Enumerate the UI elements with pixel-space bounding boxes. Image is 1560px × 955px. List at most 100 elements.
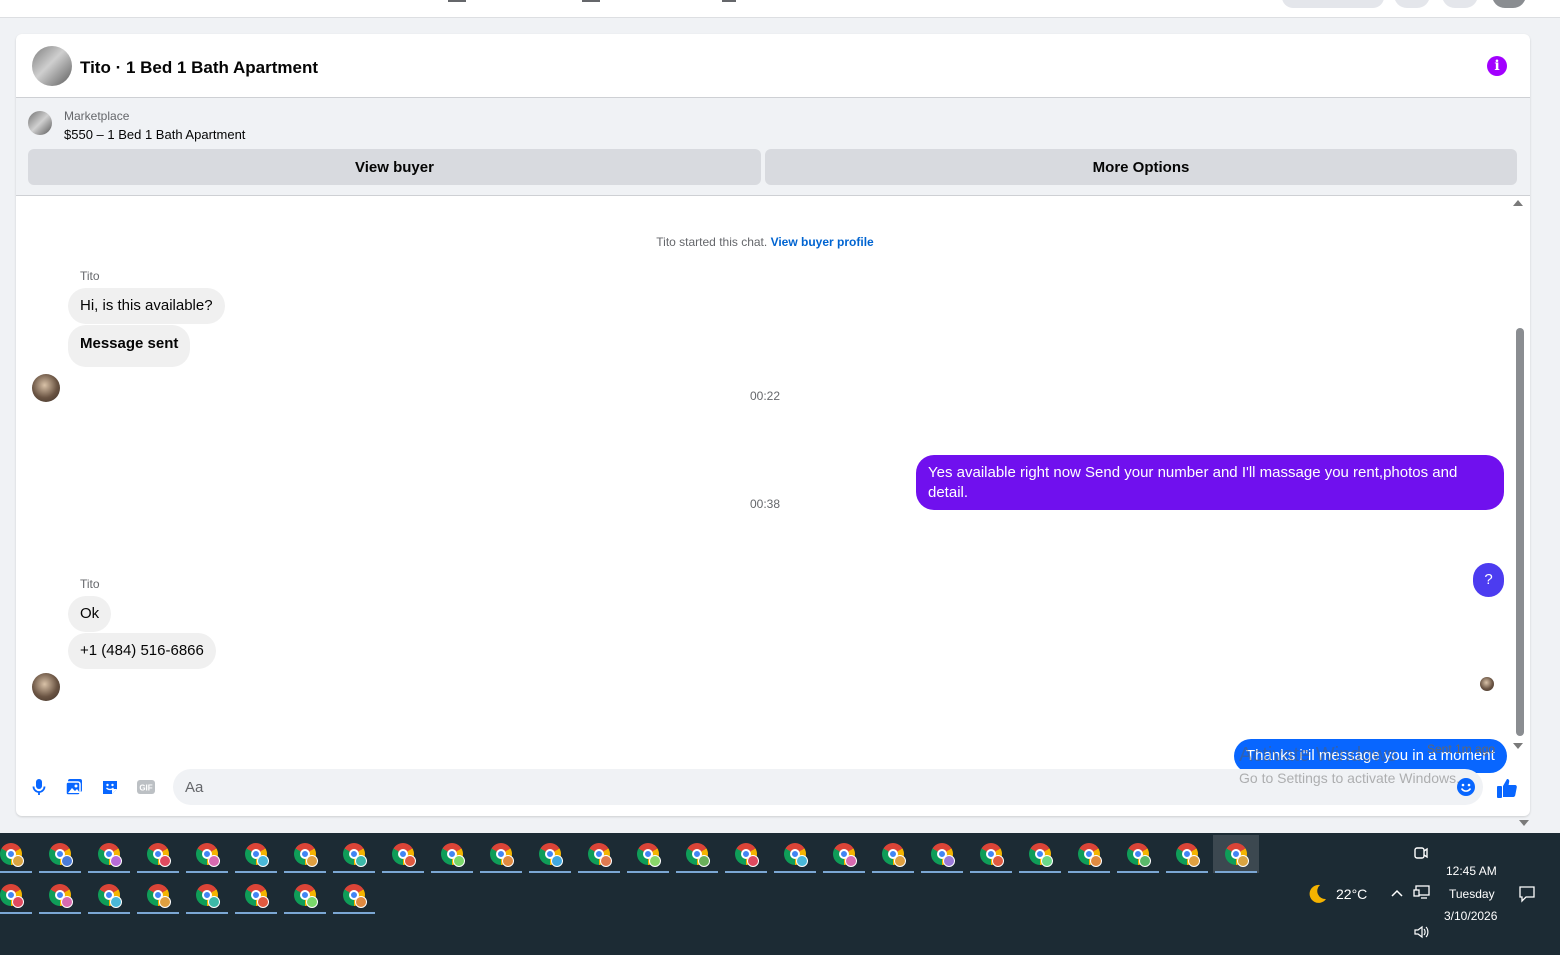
listing-avatar[interactable] <box>32 46 72 86</box>
listing-thumbnail[interactable] <box>28 111 52 135</box>
running-indicator <box>1019 871 1061 873</box>
chrome-taskbar-button[interactable] <box>674 835 720 873</box>
windows-taskbar: 12:45 AM 22°C Tuesday 3/10/2026 <box>0 833 1560 955</box>
chrome-taskbar-button[interactable] <box>772 835 818 873</box>
clock-day[interactable]: Tuesday <box>1449 887 1495 901</box>
scroll-down-arrow-icon[interactable] <box>1513 743 1523 749</box>
listing-title[interactable]: $550 – 1 Bed 1 Bath Apartment <box>64 127 245 142</box>
chrome-taskbar-button[interactable] <box>0 835 34 873</box>
chrome-taskbar-button[interactable] <box>380 835 426 873</box>
running-indicator <box>88 912 130 914</box>
running-indicator <box>725 871 767 873</box>
menu-grid-icon[interactable] <box>1394 0 1430 8</box>
messenger-icon[interactable] <box>1442 0 1478 8</box>
chrome-taskbar-button[interactable] <box>135 835 181 873</box>
top-navigation-bar <box>0 0 1560 18</box>
running-indicator <box>0 871 32 873</box>
chrome-taskbar-button[interactable] <box>1115 835 1161 873</box>
profile-badge-icon <box>1041 855 1053 867</box>
chrome-taskbar-button[interactable] <box>86 876 132 914</box>
chrome-taskbar-button[interactable] <box>821 835 867 873</box>
volume-icon[interactable] <box>1413 925 1431 939</box>
thumbs-up-icon[interactable] <box>1495 776 1519 800</box>
profile-badge-icon <box>306 855 318 867</box>
find-friends-button[interactable] <box>1282 0 1384 8</box>
gif-icon[interactable]: GIF <box>136 777 156 797</box>
running-indicator <box>186 871 228 873</box>
profile-badge-icon <box>551 855 563 867</box>
chrome-taskbar-button[interactable] <box>625 835 671 873</box>
chrome-taskbar-button[interactable] <box>919 835 965 873</box>
chrome-taskbar-button[interactable] <box>331 835 377 873</box>
profile-badge-icon <box>355 855 367 867</box>
chrome-taskbar-button[interactable] <box>527 835 573 873</box>
sender-avatar[interactable] <box>32 673 60 701</box>
chrome-taskbar-button[interactable] <box>135 876 181 914</box>
clock-date[interactable]: 3/10/2026 <box>1444 909 1497 923</box>
profile-badge-icon <box>796 855 808 867</box>
listing-bar: Marketplace $550 – 1 Bed 1 Bath Apartmen… <box>16 98 1530 196</box>
incoming-message[interactable]: Ok <box>68 596 112 632</box>
profile-badge-icon <box>502 855 514 867</box>
home-nav-icon[interactable] <box>448 0 466 2</box>
moon-weather-icon[interactable] <box>1305 882 1329 906</box>
running-indicator <box>137 871 179 873</box>
chrome-taskbar-button[interactable] <box>331 876 377 914</box>
chrome-taskbar-button[interactable] <box>184 876 230 914</box>
chrome-taskbar-button[interactable] <box>968 835 1014 873</box>
profile-badge-icon <box>257 896 269 908</box>
chevron-up-icon[interactable] <box>1390 888 1404 898</box>
chrome-taskbar-button[interactable] <box>282 835 328 873</box>
scroll-up-arrow-icon[interactable] <box>1513 200 1523 206</box>
running-indicator <box>39 912 81 914</box>
chrome-taskbar-button[interactable] <box>723 835 769 873</box>
chrome-taskbar-button[interactable] <box>233 835 279 873</box>
meet-now-icon[interactable] <box>1414 845 1428 861</box>
profile-badge-icon <box>110 896 122 908</box>
chrome-taskbar-button[interactable] <box>282 876 328 914</box>
chat-title[interactable]: Tito · 1 Bed 1 Bath Apartment <box>80 58 318 78</box>
chrome-taskbar-button[interactable] <box>86 835 132 873</box>
info-icon[interactable]: i <box>1487 56 1507 76</box>
incoming-message[interactable]: Message sent <box>68 325 191 367</box>
chrome-taskbar-button[interactable] <box>37 876 83 914</box>
profile-badge-icon <box>12 855 24 867</box>
chrome-taskbar-button[interactable] <box>37 835 83 873</box>
message-thread: Tito started this chat. View buyer profi… <box>16 196 1530 773</box>
running-indicator <box>480 871 522 873</box>
chrome-taskbar-button[interactable] <box>1066 835 1112 873</box>
profile-badge-icon <box>208 855 220 867</box>
chrome-taskbar-button[interactable] <box>429 835 475 873</box>
running-indicator <box>0 912 32 914</box>
incoming-message[interactable]: +1 (484) 516-6866 <box>68 633 216 669</box>
view-buyer-button[interactable]: View buyer <box>28 149 761 185</box>
outgoing-message[interactable]: ? <box>1473 563 1504 597</box>
view-buyer-profile-link[interactable]: View buyer profile <box>771 235 874 249</box>
notifications-icon[interactable] <box>1518 885 1536 903</box>
photo-icon[interactable] <box>64 777 84 797</box>
network-icon[interactable] <box>1413 885 1431 901</box>
chrome-taskbar-button[interactable] <box>870 835 916 873</box>
chrome-taskbar-button[interactable] <box>184 835 230 873</box>
more-options-button[interactable]: More Options <box>765 149 1517 185</box>
sticker-icon[interactable] <box>100 777 120 797</box>
page-scroll-down-icon[interactable] <box>1519 820 1529 826</box>
clock-time[interactable]: 12:45 AM <box>1446 864 1497 878</box>
profile-badge-icon <box>1139 855 1151 867</box>
microphone-icon[interactable] <box>29 777 49 797</box>
chrome-taskbar-button[interactable] <box>1017 835 1063 873</box>
chrome-taskbar-button[interactable] <box>1164 835 1210 873</box>
account-avatar[interactable] <box>1492 0 1526 8</box>
running-indicator <box>1068 871 1110 873</box>
groups-nav-icon[interactable] <box>722 0 736 2</box>
weather-temperature[interactable]: 22°C <box>1336 886 1367 902</box>
chrome-taskbar-button[interactable] <box>0 876 34 914</box>
chrome-taskbar-button[interactable] <box>233 876 279 914</box>
incoming-message[interactable]: Hi, is this available? <box>68 288 225 324</box>
marketplace-nav-icon[interactable] <box>582 0 600 2</box>
chrome-taskbar-button[interactable] <box>1213 835 1259 873</box>
chrome-taskbar-button[interactable] <box>478 835 524 873</box>
chrome-taskbar-button[interactable] <box>576 835 622 873</box>
profile-badge-icon <box>600 855 612 867</box>
scrollbar-thumb[interactable] <box>1516 328 1524 736</box>
